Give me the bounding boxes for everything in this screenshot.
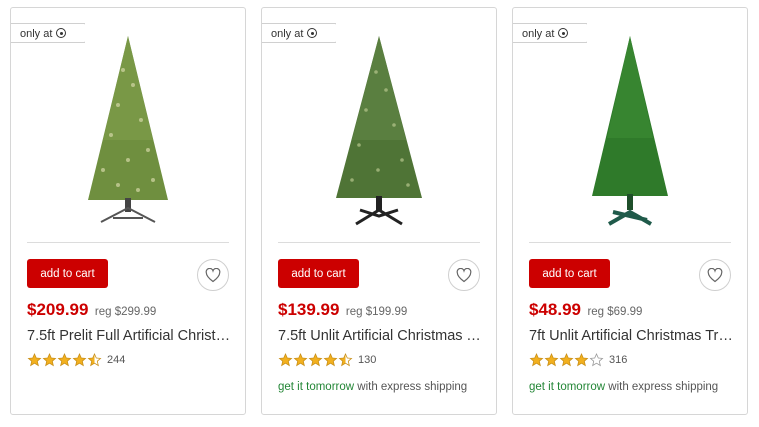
christmas-tree-icon	[88, 36, 168, 223]
favorite-button[interactable]	[448, 259, 480, 291]
product-title[interactable]: 7.5ft Prelit Full Artificial Christmas T…	[27, 328, 231, 344]
star-icon	[293, 353, 308, 367]
shipping-info: get it tomorrow with express shipping	[278, 381, 467, 393]
review-count: 130	[358, 354, 377, 366]
star-icon	[87, 353, 102, 367]
regular-price: reg $299.99	[94, 306, 157, 318]
star-rating	[27, 353, 102, 367]
star-icon	[42, 353, 57, 367]
delivery-date: get it tomorrow	[278, 381, 355, 393]
add-to-cart-button[interactable]: add to cart	[529, 259, 610, 288]
heart-icon	[456, 267, 472, 282]
regular-price: reg $199.99	[345, 306, 408, 318]
shipping-info: get it tomorrow with express shipping	[529, 381, 718, 393]
product-image[interactable]	[314, 30, 444, 230]
price-row: $209.99 reg $299.99	[27, 300, 156, 320]
star-icon	[278, 353, 293, 367]
delivery-date: get it tomorrow	[529, 381, 606, 393]
product-title[interactable]: 7.5ft Unlit Artificial Christmas Tree	[278, 328, 482, 344]
heart-icon	[707, 267, 723, 282]
add-to-cart-button[interactable]: add to cart	[278, 259, 359, 288]
star-icon	[72, 353, 87, 367]
star-icon	[559, 353, 574, 367]
shipping-method: with express shipping	[605, 381, 719, 393]
favorite-button[interactable]	[197, 259, 229, 291]
product-card[interactable]: only at add to cart $209.99 reg $299.99 …	[10, 7, 246, 415]
star-icon	[574, 353, 589, 367]
sale-price: $48.99	[529, 300, 581, 319]
favorite-button[interactable]	[699, 259, 731, 291]
product-card[interactable]: only at add to cart $139.99 reg $199.99 …	[261, 7, 497, 415]
review-count: 316	[609, 354, 628, 366]
star-icon	[308, 353, 323, 367]
shipping-method: with express shipping	[354, 381, 468, 393]
add-to-cart-button[interactable]: add to cart	[27, 259, 108, 288]
star-icon	[544, 353, 559, 367]
sale-price: $139.99	[278, 300, 340, 319]
star-icon	[338, 353, 353, 367]
rating[interactable]: 130	[278, 353, 376, 367]
star-rating	[529, 353, 604, 367]
heart-icon	[205, 267, 221, 282]
star-rating	[278, 353, 353, 367]
star-icon	[27, 353, 42, 367]
christmas-tree-icon	[336, 36, 422, 226]
star-icon	[529, 353, 544, 367]
regular-price: reg $69.99	[587, 306, 643, 318]
review-count: 244	[107, 354, 126, 366]
price-row: $48.99 reg $69.99	[529, 300, 642, 320]
star-icon	[323, 353, 338, 367]
star-icon	[589, 353, 604, 367]
star-icon	[57, 353, 72, 367]
divider	[278, 242, 480, 243]
product-title[interactable]: 7ft Unlit Artificial Christmas Tree	[529, 328, 733, 344]
christmas-tree-icon	[592, 36, 668, 226]
product-image[interactable]	[63, 30, 193, 230]
product-card[interactable]: only at add to cart $48.99 reg $69.99 7f…	[512, 7, 748, 415]
rating[interactable]: 244	[27, 353, 125, 367]
rating[interactable]: 316	[529, 353, 627, 367]
sale-price: $209.99	[27, 300, 89, 319]
product-image[interactable]	[565, 30, 695, 230]
divider	[529, 242, 731, 243]
divider	[27, 242, 229, 243]
price-row: $139.99 reg $199.99	[278, 300, 407, 320]
